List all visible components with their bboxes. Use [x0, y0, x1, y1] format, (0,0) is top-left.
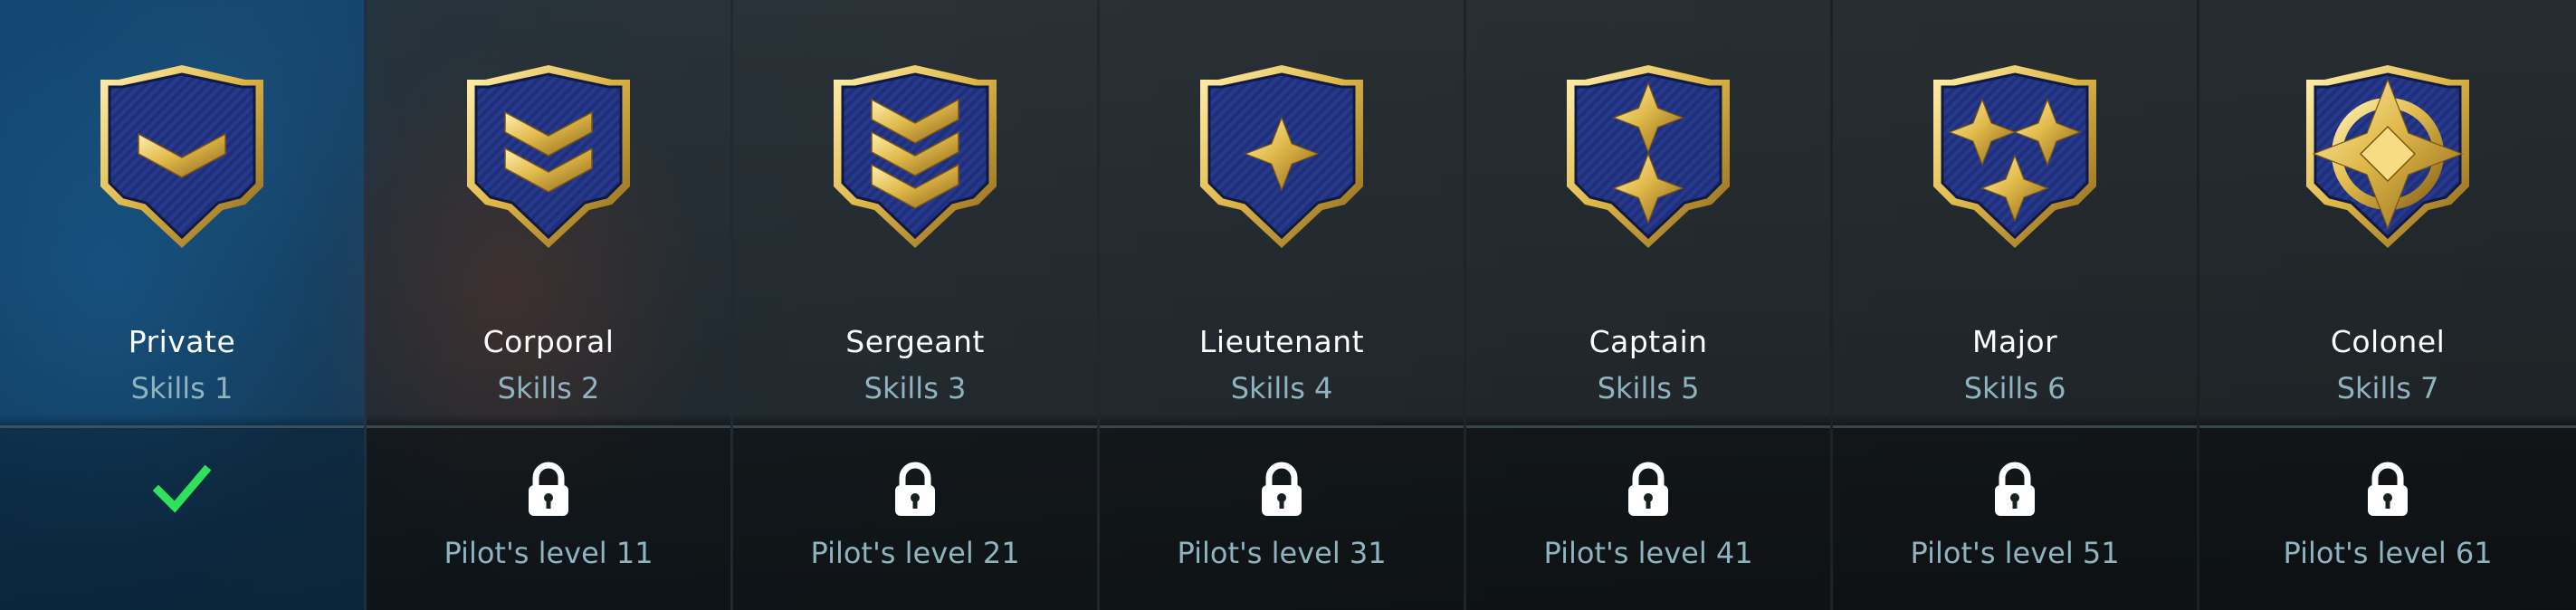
- rank-card-colonel[interactable]: Colonel Skills 7 Pilot's level 61: [2199, 0, 2576, 610]
- rank-skills: Skills 2: [497, 371, 600, 405]
- rank-requirement: Pilot's level 51: [1910, 536, 2120, 570]
- rank-name: Major: [1972, 324, 2058, 359]
- rank-requirement: Pilot's level 41: [1543, 536, 1753, 570]
- rank-card-major[interactable]: Major Skills 6 Pilot's level 51: [1833, 0, 2198, 610]
- rank-skills: Skills 5: [1597, 371, 1700, 405]
- corporal-insignia-icon: [458, 60, 639, 253]
- rank-name: Colonel: [2330, 324, 2446, 359]
- rank-name: Sergeant: [845, 324, 985, 359]
- sergeant-insignia-icon: [825, 60, 1006, 253]
- rank-name: Lieutenant: [1199, 324, 1365, 359]
- divider: [2199, 425, 2576, 428]
- rank-skills: Skills 7: [2336, 371, 2439, 405]
- captain-insignia-icon: [1558, 60, 1739, 253]
- rank-card-sergeant[interactable]: Sergeant Skills 3 Pilot's level 21: [733, 0, 1098, 610]
- lock-icon: [2359, 460, 2417, 518]
- rank-requirement: Pilot's level 21: [810, 536, 1020, 570]
- rank-skills: Skills 6: [1963, 371, 2066, 405]
- lieutenant-insignia-icon: [1191, 60, 1372, 253]
- rank-requirement: Pilot's level 11: [444, 536, 654, 570]
- lock-icon: [520, 460, 577, 518]
- lock-icon: [1619, 460, 1677, 518]
- divider: [1466, 425, 1831, 428]
- divider: [367, 425, 731, 428]
- rank-name: Captain: [1589, 324, 1708, 359]
- rank-card-captain[interactable]: Captain Skills 5 Pilot's level 41: [1466, 0, 1831, 610]
- lock-icon: [1253, 460, 1311, 518]
- divider: [733, 425, 1098, 428]
- rank-skills: Skills 4: [1230, 371, 1333, 405]
- rank-card-private[interactable]: Private Skills 1: [0, 0, 365, 610]
- divider: [0, 425, 365, 428]
- check-icon: [153, 460, 211, 518]
- rank-skills: Skills 1: [130, 371, 234, 405]
- rank-requirement: Pilot's level 31: [1177, 536, 1387, 570]
- rank-requirement: Pilot's level 61: [2283, 536, 2493, 570]
- lock-icon: [886, 460, 944, 518]
- rank-list: Private Skills 1 Corporal Skills 2 Pilot…: [0, 0, 2576, 610]
- lock-icon: [1986, 460, 2044, 518]
- rank-skills: Skills 3: [863, 371, 967, 405]
- rank-name: Corporal: [482, 324, 615, 359]
- divider: [1100, 425, 1465, 428]
- private-insignia-icon: [91, 60, 272, 253]
- rank-card-lieutenant[interactable]: Lieutenant Skills 4 Pilot's level 31: [1100, 0, 1465, 610]
- colonel-insignia-icon: [2297, 60, 2478, 253]
- rank-name: Private: [128, 324, 236, 359]
- rank-progression-screen: Private Skills 1 Corporal Skills 2 Pilot…: [0, 0, 2576, 610]
- rank-card-corporal[interactable]: Corporal Skills 2 Pilot's level 11: [367, 0, 731, 610]
- major-insignia-icon: [1924, 60, 2105, 253]
- divider: [1833, 425, 2198, 428]
